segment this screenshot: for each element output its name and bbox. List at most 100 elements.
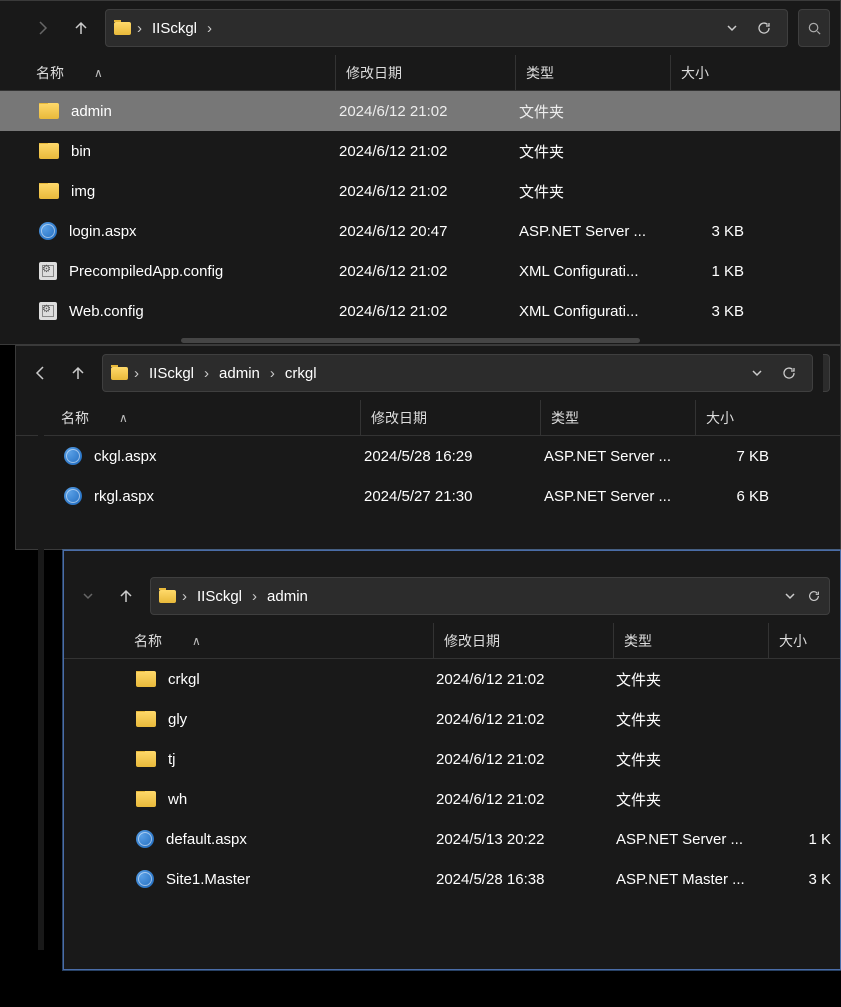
file-row[interactable]: crkgl2024/6/12 21:02文件夹: [64, 659, 840, 699]
file-row[interactable]: bin2024/6/12 21:02文件夹: [0, 131, 840, 171]
file-name-label: tj: [168, 751, 176, 768]
file-row[interactable]: ckgl.aspx2024/5/28 16:29ASP.NET Server .…: [16, 436, 840, 476]
folder-icon: [136, 671, 156, 687]
file-type-cell: 文件夹: [616, 749, 771, 770]
file-row[interactable]: Site1.Master2024/5/28 16:38ASP.NET Maste…: [64, 859, 840, 899]
history-dropdown-button[interactable]: [775, 581, 805, 611]
file-name-cell: Web.config: [39, 302, 339, 320]
column-label: 名称: [36, 63, 64, 83]
column-header-type[interactable]: 类型: [541, 400, 696, 435]
breadcrumb-segment[interactable]: crkgl: [281, 365, 321, 382]
file-name-label: rkgl.aspx: [94, 488, 154, 505]
search-input[interactable]: [798, 9, 830, 47]
column-header-type[interactable]: 类型: [516, 55, 671, 90]
file-row[interactable]: img 2024/6/12 21:02文件夹: [0, 171, 840, 211]
breadcrumb: › IISckgl › admin › crkgl: [111, 365, 742, 382]
file-row[interactable]: rkgl.aspx2024/5/27 21:30ASP.NET Server .…: [16, 476, 840, 516]
column-label: 类型: [526, 63, 554, 83]
file-type-cell: ASP.NET Server ...: [544, 448, 699, 465]
file-type-cell: 文件夹: [519, 141, 674, 162]
horizontal-scrollbar[interactable]: [181, 338, 640, 343]
file-name-label: img: [71, 183, 95, 200]
file-list[interactable]: ckgl.aspx2024/5/28 16:29ASP.NET Server .…: [16, 436, 840, 549]
file-row[interactable]: gly2024/6/12 21:02文件夹: [64, 699, 840, 739]
nav-back-button[interactable]: [26, 359, 54, 387]
file-date-cell: 2024/5/27 21:30: [364, 488, 544, 505]
file-row[interactable]: PrecompiledApp.config2024/6/12 21:02XML …: [0, 251, 840, 291]
nav-forward-button[interactable]: [29, 14, 57, 42]
nav-up-button[interactable]: [64, 359, 92, 387]
file-row[interactable]: admin2024/6/12 21:02文件夹: [0, 91, 840, 131]
file-name-cell: wh: [136, 791, 436, 808]
arrow-up-icon: [118, 588, 134, 604]
column-header-name[interactable]: 名称 ∧: [61, 400, 361, 435]
address-bar[interactable]: › IISckgl › admin: [150, 577, 830, 615]
arrow-up-icon: [73, 20, 89, 36]
globe-icon: [39, 222, 57, 240]
breadcrumb-segment[interactable]: admin: [215, 365, 264, 382]
breadcrumb-segment[interactable]: IISckgl: [193, 588, 246, 605]
file-list[interactable]: admin2024/6/12 21:02文件夹bin2024/6/12 21:0…: [0, 91, 840, 344]
file-name-cell: crkgl: [136, 671, 436, 688]
folder-icon: [136, 751, 156, 767]
column-header-name[interactable]: 名称 ∧: [36, 55, 336, 90]
file-name-label: wh: [168, 791, 187, 808]
file-date-cell: 2024/6/12 21:02: [339, 183, 519, 200]
file-row[interactable]: Web.config2024/6/12 21:02XML Configurati…: [0, 291, 840, 331]
address-bar[interactable]: › IISckgl ›: [105, 9, 788, 47]
refresh-button[interactable]: [749, 13, 779, 43]
refresh-button[interactable]: [774, 358, 804, 388]
column-header-name[interactable]: 名称 ∧: [134, 623, 434, 658]
file-date-cell: 2024/6/12 21:02: [436, 751, 616, 768]
chevron-left-icon: [32, 365, 48, 381]
file-row[interactable]: default.aspx2024/5/13 20:22ASP.NET Serve…: [64, 819, 840, 859]
nav-up-button[interactable]: [112, 582, 140, 610]
globe-icon: [136, 830, 154, 848]
column-header-date[interactable]: 修改日期: [361, 400, 541, 435]
folder-icon: [39, 143, 59, 159]
column-header-date[interactable]: 修改日期: [434, 623, 614, 658]
file-type-cell: 文件夹: [616, 669, 771, 690]
file-date-cell: 2024/5/28 16:38: [436, 871, 616, 888]
breadcrumb: › IISckgl › admin: [159, 588, 775, 605]
column-header-type[interactable]: 类型: [614, 623, 769, 658]
history-dropdown-button[interactable]: [717, 13, 747, 43]
file-type-cell: 文件夹: [519, 181, 674, 202]
sort-indicator-icon: ∧: [94, 66, 103, 80]
breadcrumb-segment[interactable]: admin: [263, 588, 312, 605]
address-bar[interactable]: › IISckgl › admin › crkgl: [102, 354, 813, 392]
chevron-down-icon: [82, 590, 94, 602]
column-header-size[interactable]: 大小: [769, 623, 841, 658]
file-name-label: ckgl.aspx: [94, 448, 157, 465]
nav-up-button[interactable]: [67, 14, 95, 42]
column-label: 类型: [551, 408, 579, 428]
file-size-cell: 3 KB: [674, 223, 764, 240]
file-name-label: crkgl: [168, 671, 200, 688]
file-name-label: PrecompiledApp.config: [69, 263, 223, 280]
folder-icon: [136, 711, 156, 727]
history-dropdown-button[interactable]: [742, 358, 772, 388]
folder-icon: [111, 367, 128, 380]
file-row[interactable]: tj 2024/6/12 21:02文件夹: [64, 739, 840, 779]
nav-forward-button[interactable]: [74, 582, 102, 610]
file-name-cell: login.aspx: [39, 222, 339, 240]
file-row[interactable]: wh2024/6/12 21:02文件夹: [64, 779, 840, 819]
column-header-size[interactable]: 大小: [696, 400, 786, 435]
file-row[interactable]: login.aspx2024/6/12 20:47ASP.NET Server …: [0, 211, 840, 251]
column-label: 大小: [706, 408, 734, 428]
config-file-icon: [39, 262, 57, 280]
refresh-button[interactable]: [807, 581, 821, 611]
file-size-cell: 3 K: [771, 871, 840, 888]
chevron-right-icon: [35, 20, 51, 36]
file-date-cell: 2024/6/12 21:02: [339, 263, 519, 280]
column-header-date[interactable]: 修改日期: [336, 55, 516, 90]
globe-icon: [64, 447, 82, 465]
column-headers: 名称 ∧ 修改日期 类型 大小: [64, 623, 840, 659]
file-type-cell: XML Configurati...: [519, 303, 674, 320]
column-header-size[interactable]: 大小: [671, 55, 761, 90]
breadcrumb-segment[interactable]: IISckgl: [145, 365, 198, 382]
search-input[interactable]: [823, 354, 830, 392]
file-list[interactable]: crkgl2024/6/12 21:02文件夹gly2024/6/12 21:0…: [64, 659, 840, 969]
breadcrumb-segment[interactable]: IISckgl: [148, 20, 201, 37]
explorer-window-1: › IISckgl › 名称 ∧ 修改日期 类型 大小 admin202: [0, 0, 841, 345]
